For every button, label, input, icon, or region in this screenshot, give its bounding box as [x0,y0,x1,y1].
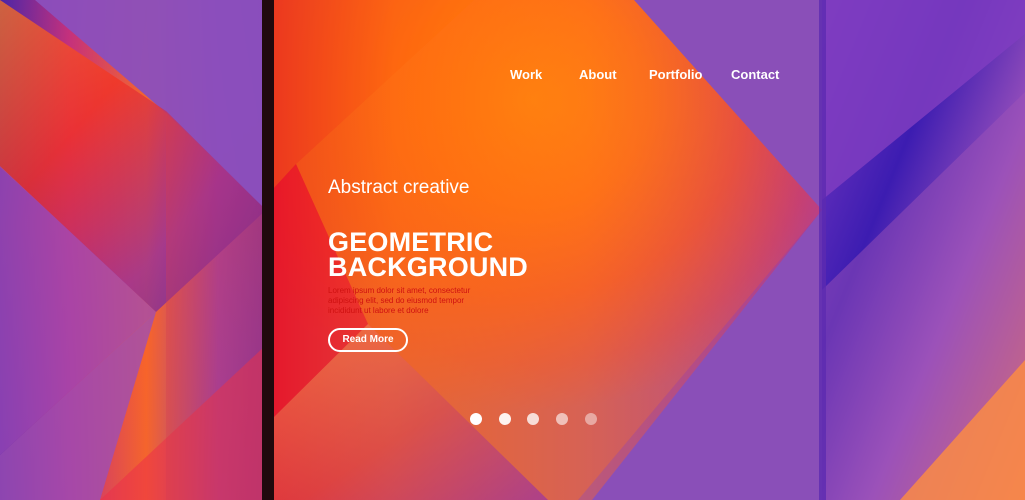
nav-item-work[interactable]: Work [510,67,542,83]
hero-title-line-2: BACKGROUND [328,252,528,283]
nav-item-about[interactable]: About [579,67,617,83]
nav-item-contact[interactable]: Contact [731,67,779,83]
hero-title: GEOMETRIC BACKGROUND [328,229,528,283]
nav-item-portfolio[interactable]: Portfolio [649,67,702,83]
hero-kicker: Abstract creative [328,177,470,198]
hero-body-text: Lorem ipsum dolor sit amet, consectetur … [328,286,471,315]
hero-content: Abstract creative GEOMETRIC BACKGROUND L… [328,177,658,367]
carousel-dot-4[interactable] [556,413,568,425]
carousel-dot-2[interactable] [499,413,511,425]
carousel-dot-1[interactable] [470,413,482,425]
carousel-pagination [470,413,620,425]
landing-page: Work About Portfolio Contact Abstract cr… [0,0,1025,500]
carousel-dot-3[interactable] [527,413,539,425]
carousel-dot-5[interactable] [585,413,597,425]
read-more-button[interactable]: Read More [328,328,408,352]
top-navigation: Work About Portfolio Contact [0,67,1025,85]
